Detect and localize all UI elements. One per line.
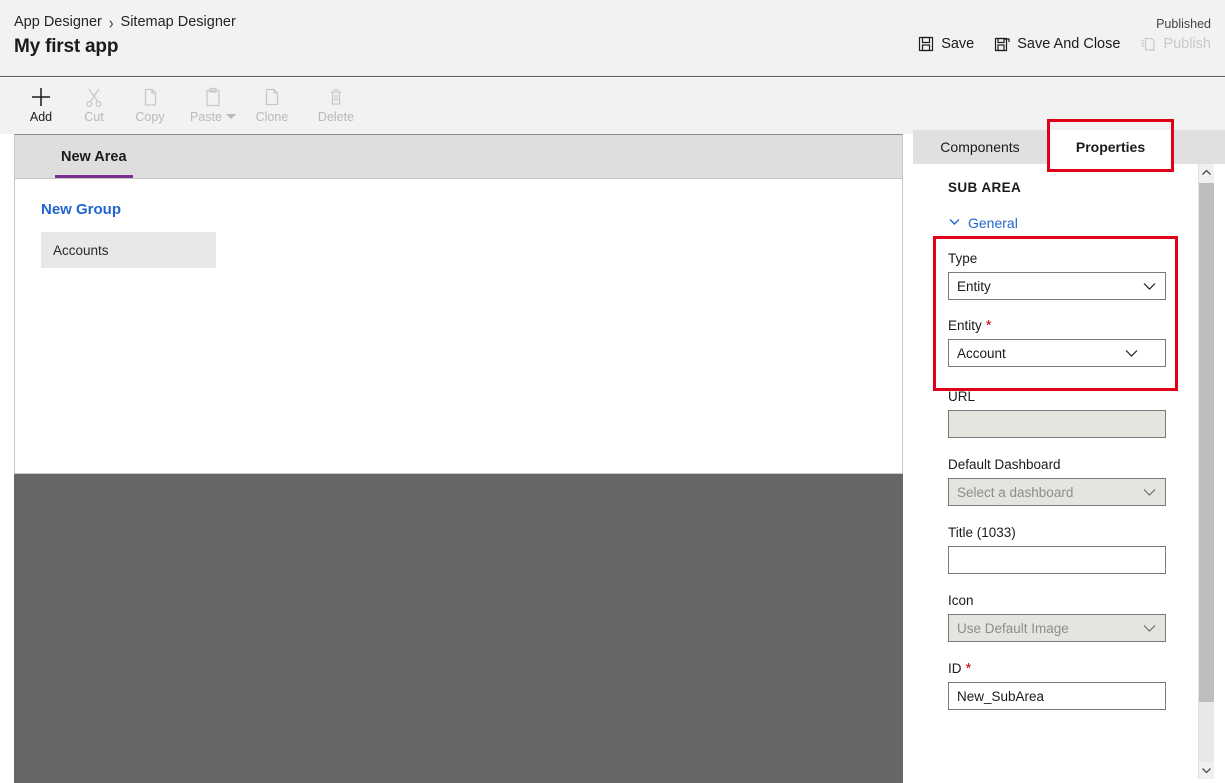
field-icon-label: Icon bbox=[948, 593, 974, 608]
save-button-label: Save bbox=[941, 36, 975, 52]
save-and-close-button-label: Save And Close bbox=[1017, 36, 1121, 52]
chevron-up-icon bbox=[1201, 164, 1212, 182]
chevron-down-icon bbox=[1142, 621, 1157, 636]
default-dashboard-select[interactable]: Select a dashboard bbox=[948, 478, 1166, 506]
chevron-down-icon[interactable] bbox=[225, 114, 236, 119]
entity-select[interactable]: Account bbox=[948, 339, 1166, 367]
group-title[interactable]: New Group bbox=[41, 201, 902, 218]
breadcrumb-item-sitemap-designer[interactable]: Sitemap Designer bbox=[121, 14, 236, 30]
toolbar-button-add-label: Add bbox=[29, 110, 53, 124]
page-title: My first app bbox=[14, 36, 119, 57]
chevron-down-icon bbox=[1142, 279, 1157, 294]
url-input[interactable] bbox=[948, 410, 1166, 438]
field-icon: Icon Use Default Image bbox=[948, 593, 1166, 642]
field-title: Title (1033) bbox=[948, 525, 1166, 574]
field-title-label: Title (1033) bbox=[948, 525, 1016, 540]
area-tab-strip: New Area bbox=[15, 135, 902, 179]
id-input[interactable]: New_SubArea bbox=[948, 682, 1166, 710]
panel-body: SUB AREA General Type Entity Entity * Ac… bbox=[913, 164, 1199, 783]
breadcrumb-item-app-designer[interactable]: App Designer bbox=[14, 14, 102, 30]
title-input[interactable] bbox=[948, 546, 1166, 574]
save-and-close-button[interactable]: Save And Close bbox=[992, 34, 1122, 54]
toolbar-button-clone[interactable]: Clone bbox=[239, 84, 305, 130]
section-toggle-general[interactable]: General bbox=[948, 215, 1199, 231]
id-input-value: New_SubArea bbox=[957, 688, 1045, 704]
publish-status-text: Published bbox=[1156, 17, 1211, 31]
tab-properties[interactable]: Properties bbox=[1047, 130, 1174, 164]
field-url: URL bbox=[948, 389, 1166, 438]
field-type: Type Entity bbox=[948, 251, 1166, 300]
field-entity-label: Entity * bbox=[948, 317, 992, 334]
toolbar-button-copy[interactable]: Copy bbox=[117, 84, 183, 130]
field-url-label: URL bbox=[948, 389, 976, 404]
field-default-dashboard: Default Dashboard Select a dashboard bbox=[948, 457, 1166, 506]
save-and-close-icon bbox=[994, 36, 1010, 52]
chevron-down-icon bbox=[1201, 762, 1212, 780]
panel-tab-strip: Components Properties bbox=[913, 130, 1225, 164]
toolbar-button-delete-label: Delete bbox=[317, 110, 355, 124]
required-indicator: * bbox=[965, 660, 972, 677]
toolbar-button-copy-label: Copy bbox=[135, 110, 165, 124]
clone-icon bbox=[262, 84, 282, 110]
publish-icon bbox=[1140, 36, 1156, 52]
canvas-body: New Group Accounts bbox=[15, 179, 902, 268]
toolbar-button-paste-label: Paste bbox=[190, 110, 236, 124]
required-indicator: * bbox=[985, 317, 992, 334]
panel-scrollbar[interactable] bbox=[1198, 164, 1214, 779]
scrollbar-down-button[interactable] bbox=[1199, 762, 1214, 779]
publish-button[interactable]: Publish bbox=[1138, 34, 1213, 54]
field-entity: Entity * Account bbox=[948, 318, 1166, 367]
scrollbar-up-button[interactable] bbox=[1199, 164, 1214, 181]
field-id: ID * New_SubArea bbox=[948, 661, 1166, 710]
sitemap-canvas: New Area New Group Accounts bbox=[14, 134, 903, 474]
icon-select-value: Use Default Image bbox=[957, 620, 1069, 636]
field-id-label: ID * bbox=[948, 660, 972, 677]
header-actions: Save Save And Close Publish bbox=[916, 34, 1213, 54]
entity-select-value: Account bbox=[957, 345, 1006, 361]
type-select[interactable]: Entity bbox=[948, 272, 1166, 300]
scissors-icon bbox=[84, 84, 104, 110]
default-dashboard-select-value: Select a dashboard bbox=[957, 484, 1074, 500]
breadcrumb: App Designer › Sitemap Designer bbox=[14, 12, 236, 32]
save-icon bbox=[918, 36, 934, 52]
field-type-label: Type bbox=[948, 251, 978, 266]
icon-select[interactable]: Use Default Image bbox=[948, 614, 1166, 642]
properties-panel: Components Properties SUB AREA General T… bbox=[913, 130, 1225, 783]
publish-button-label: Publish bbox=[1163, 36, 1211, 52]
tab-components-label: Components bbox=[940, 139, 1020, 155]
subarea-item-accounts[interactable]: Accounts bbox=[41, 232, 216, 268]
command-toolbar: Add Cut Copy Paste Clone Delete bbox=[0, 78, 1225, 134]
tab-components[interactable]: Components bbox=[913, 130, 1047, 164]
save-button[interactable]: Save bbox=[916, 34, 976, 54]
plus-icon bbox=[30, 84, 52, 110]
scrollbar-track[interactable] bbox=[1199, 702, 1214, 762]
subarea-list: Accounts bbox=[41, 232, 902, 268]
scrollbar-thumb[interactable] bbox=[1199, 183, 1214, 702]
area-tab-label: New Area bbox=[61, 148, 127, 165]
chevron-down-icon bbox=[1124, 346, 1139, 361]
clipboard-icon bbox=[203, 84, 223, 110]
subarea-item-label: Accounts bbox=[53, 242, 109, 258]
canvas-empty-region bbox=[14, 474, 903, 783]
section-general-label: General bbox=[968, 215, 1018, 231]
toolbar-button-clone-label: Clone bbox=[255, 110, 289, 124]
area-tab-new-area[interactable]: New Area bbox=[47, 135, 141, 178]
panel-heading: SUB AREA bbox=[948, 180, 1022, 195]
breadcrumb-separator-icon: › bbox=[108, 12, 114, 32]
type-select-value: Entity bbox=[957, 278, 991, 294]
toolbar-button-paste[interactable]: Paste bbox=[180, 84, 246, 130]
tab-properties-label: Properties bbox=[1075, 139, 1146, 155]
toolbar-button-cut-label: Cut bbox=[84, 110, 104, 124]
field-default-dashboard-label: Default Dashboard bbox=[948, 457, 1061, 472]
app-header: App Designer › Sitemap Designer My first… bbox=[0, 0, 1225, 77]
toolbar-button-delete[interactable]: Delete bbox=[303, 84, 369, 130]
trash-icon bbox=[326, 84, 346, 110]
chevron-down-icon bbox=[948, 215, 961, 231]
chevron-down-icon bbox=[1142, 485, 1157, 500]
copy-icon bbox=[140, 84, 160, 110]
